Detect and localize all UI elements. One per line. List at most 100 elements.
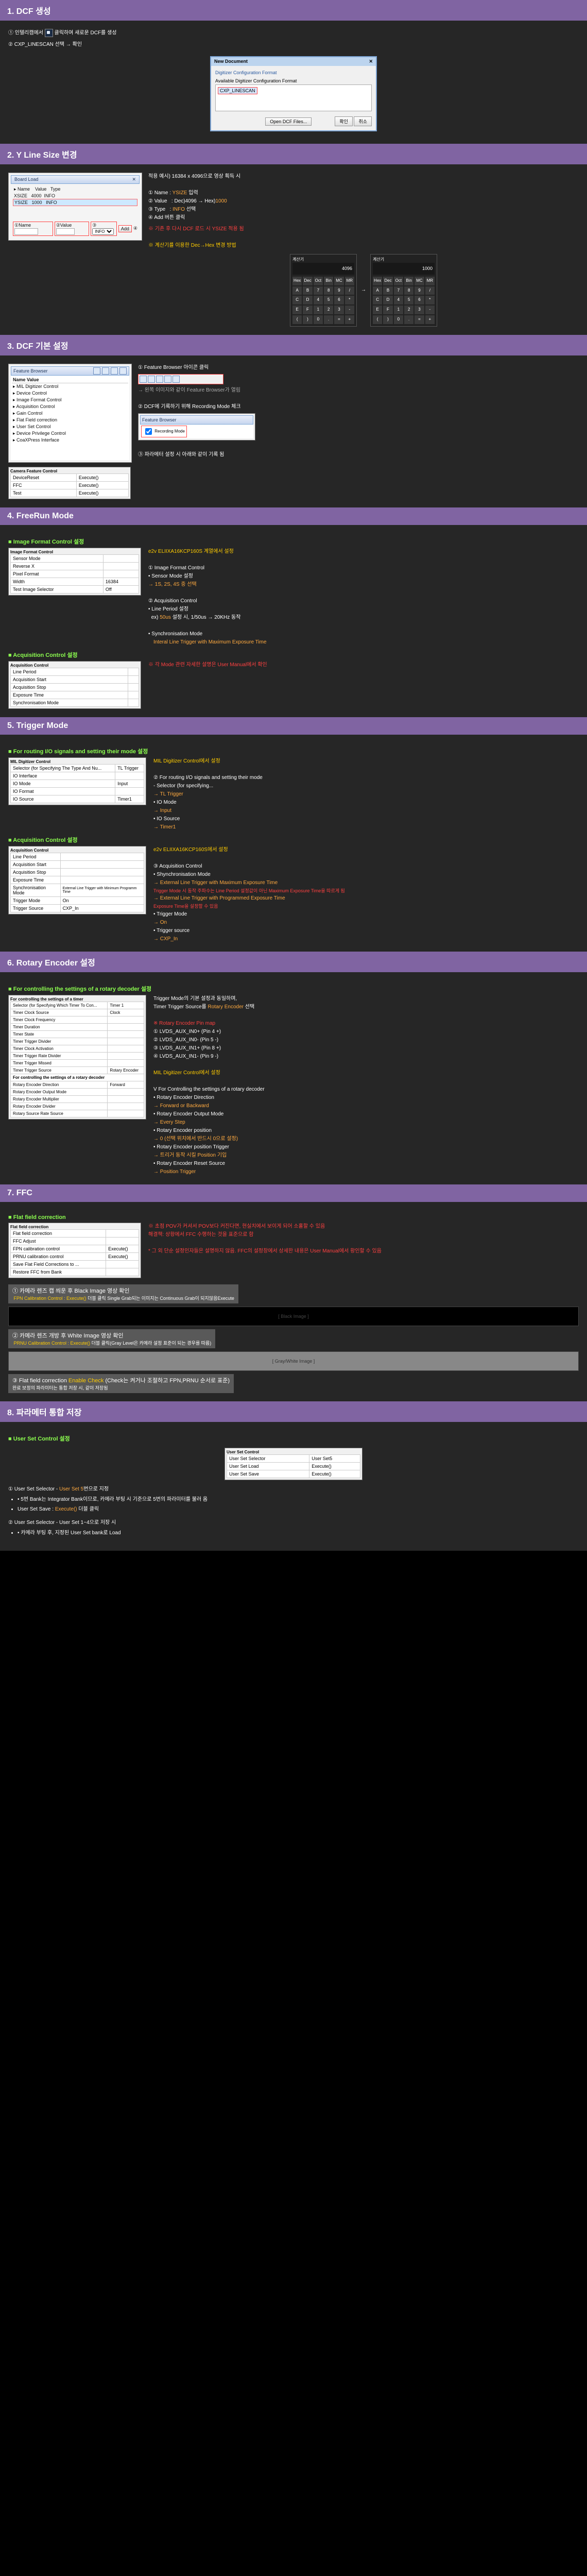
calc-key[interactable]: 9: [334, 286, 343, 295]
row[interactable]: Acquisition Start: [11, 675, 128, 683]
tree-item[interactable]: ▸ Name Value Type: [13, 186, 137, 193]
toolbar-icon[interactable]: [172, 376, 180, 383]
calc-key[interactable]: /: [345, 286, 354, 295]
cam-row[interactable]: Test: [11, 489, 77, 497]
row[interactable]: Rotary Encoder Multiplier: [11, 1095, 108, 1103]
calc-key[interactable]: (: [292, 315, 302, 324]
calc-key[interactable]: MC: [334, 277, 343, 285]
val[interactable]: User Set5: [309, 1454, 360, 1462]
calc-key[interactable]: 7: [394, 286, 403, 295]
row[interactable]: Timer State: [11, 1030, 108, 1038]
calc-key[interactable]: -: [425, 306, 435, 314]
calc-key[interactable]: 3: [415, 306, 424, 314]
calc-key[interactable]: B: [303, 286, 312, 295]
name-input[interactable]: [14, 228, 38, 235]
row[interactable]: Line Period: [11, 668, 128, 675]
calc-key[interactable]: F: [303, 306, 312, 314]
row[interactable]: Test Image Selector: [11, 585, 103, 593]
add-button[interactable]: Add: [118, 225, 132, 232]
feature-browser-icon[interactable]: [111, 367, 118, 375]
calc-key[interactable]: 1: [394, 306, 403, 314]
calc-key[interactable]: Hex: [292, 277, 302, 285]
row[interactable]: Timer Trigger Rate Divider: [11, 1052, 108, 1059]
row[interactable]: Selector (for Specifying Which Timer To …: [11, 1002, 108, 1009]
calc-key[interactable]: ): [383, 315, 392, 324]
calc-key[interactable]: F: [383, 306, 392, 314]
calc-key[interactable]: Bin: [404, 277, 413, 285]
row[interactable]: Timer Trigger Divider: [11, 1038, 108, 1045]
row[interactable]: FFC Adjust: [11, 1237, 106, 1245]
calc-key[interactable]: A: [292, 286, 302, 295]
toolbar-icon[interactable]: [164, 376, 171, 383]
val[interactable]: Timer 1: [108, 1002, 144, 1009]
calc-key[interactable]: .: [404, 315, 413, 324]
calc-key[interactable]: 6: [415, 296, 424, 304]
row[interactable]: Sensor Mode: [11, 554, 103, 562]
calc-key[interactable]: 6: [334, 296, 343, 304]
value-input[interactable]: [56, 228, 75, 235]
toolbar-icon[interactable]: [148, 376, 155, 383]
calc-key[interactable]: =: [415, 315, 424, 324]
calc-key[interactable]: *: [345, 296, 354, 304]
tree-item[interactable]: XSIZE 4000 INFO: [13, 193, 137, 199]
calc-key[interactable]: MR: [425, 277, 435, 285]
row[interactable]: Trigger Source: [11, 904, 61, 912]
row[interactable]: Timer Clock Frequency: [11, 1016, 108, 1023]
row[interactable]: User Set Selector: [227, 1454, 309, 1462]
calc-key[interactable]: 2: [404, 306, 413, 314]
calc-key[interactable]: 2: [324, 306, 333, 314]
calc-key[interactable]: =: [334, 315, 343, 324]
calc-key[interactable]: MR: [345, 277, 354, 285]
val[interactable]: Execute(): [309, 1462, 360, 1470]
toolbar-icon[interactable]: [93, 367, 100, 375]
row[interactable]: Restore FFC from Bank: [11, 1268, 106, 1276]
cam-row[interactable]: FFC: [11, 481, 77, 489]
row[interactable]: Rotary Source Rate Source: [11, 1110, 108, 1117]
calc-key[interactable]: MC: [415, 277, 424, 285]
row[interactable]: Rotary Encoder Divider: [11, 1103, 108, 1110]
calc-key[interactable]: Bin: [324, 277, 333, 285]
tree-item[interactable]: ▸ MIL Digitizer Control: [12, 383, 128, 390]
calc-key[interactable]: A: [373, 286, 382, 295]
calc-key[interactable]: 3: [334, 306, 343, 314]
toolbar-icon[interactable]: [119, 367, 127, 375]
row[interactable]: Acquisition Stop: [11, 683, 128, 691]
calc-key[interactable]: (: [373, 315, 382, 324]
val[interactable]: Execute(): [106, 1252, 139, 1260]
dlg-list-item[interactable]: CXP_LINESCAN: [218, 87, 257, 94]
calc-key[interactable]: *: [425, 296, 435, 304]
calc-key[interactable]: 5: [404, 296, 413, 304]
row[interactable]: Line Period: [11, 853, 61, 860]
calc-key[interactable]: 7: [314, 286, 323, 295]
toolbar-icon[interactable]: [140, 376, 147, 383]
calc-key[interactable]: ): [303, 315, 312, 324]
row[interactable]: Timer Duration: [11, 1023, 108, 1030]
calc-key[interactable]: C: [292, 296, 302, 304]
calc-key[interactable]: B: [383, 286, 392, 295]
row[interactable]: Flat field correction: [11, 1229, 106, 1237]
calc-key[interactable]: 4: [394, 296, 403, 304]
calc-key[interactable]: .: [324, 315, 333, 324]
calc-key[interactable]: 0: [394, 315, 403, 324]
row[interactable]: FPN calibration control: [11, 1245, 106, 1252]
row[interactable]: Save Flat Field Corrections to ...: [11, 1260, 106, 1268]
row[interactable]: IO Source: [11, 795, 115, 803]
calc-key[interactable]: E: [292, 306, 302, 314]
row[interactable]: Timer Trigger Source: [11, 1066, 108, 1074]
calc-key[interactable]: 4: [314, 296, 323, 304]
row[interactable]: Timer Clock Activation: [11, 1045, 108, 1052]
row[interactable]: IO Mode: [11, 779, 115, 787]
row[interactable]: Trigger Mode: [11, 896, 61, 904]
tree-item[interactable]: ▸ Acquisition Control: [12, 403, 128, 410]
cam-row[interactable]: DeviceReset: [11, 473, 77, 481]
recording-mode-checkbox[interactable]: [145, 428, 152, 435]
calc-key[interactable]: +: [345, 315, 354, 324]
val[interactable]: [103, 554, 139, 562]
row[interactable]: User Set Save: [227, 1470, 309, 1478]
val[interactable]: CXP_In: [60, 904, 144, 912]
row[interactable]: Synchronisation Mode: [11, 884, 61, 896]
val[interactable]: TL Trigger: [115, 764, 144, 772]
val[interactable]: Rotary Encoder: [108, 1066, 144, 1074]
row[interactable]: Pixel Format: [11, 570, 103, 578]
calc-key[interactable]: E: [373, 306, 382, 314]
